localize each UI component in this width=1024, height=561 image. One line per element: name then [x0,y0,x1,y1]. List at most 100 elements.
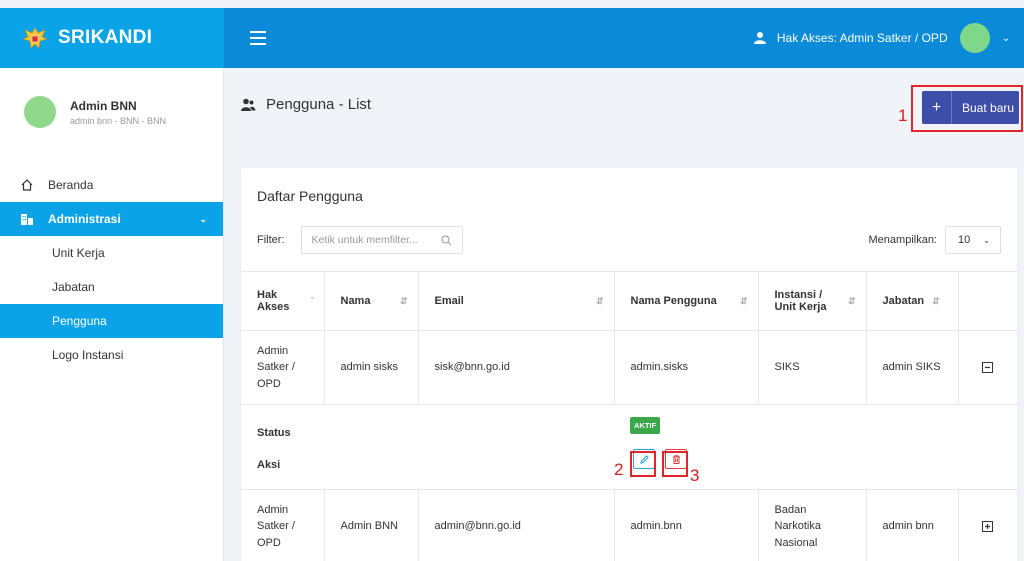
sidebar-item-jabatan[interactable]: Jabatan [0,270,223,304]
sidebar-profile: Admin BNN admin bnn - BNN - BNN [0,68,223,138]
filter-input[interactable]: Ketik untuk memfilter... [300,226,463,254]
filter-row: Filter: Ketik untuk memfilter... Menampi… [257,226,1001,254]
cell-text: Badan Narkotika Nasional [774,503,821,549]
user-list-card: Daftar Pengguna Filter: Ketik untuk memf… [241,168,1017,561]
user-icon [753,32,766,44]
filter-label: Filter: [257,234,285,246]
chevron-down-icon: ⌄ [199,213,207,224]
column-header-instansi[interactable]: Instansi / Unit Kerja ⇵ [758,271,867,331]
cell-jabatan: admin bnn [866,489,959,561]
garuda-logo-icon [22,27,48,49]
column-header-label: Email [434,295,464,307]
cell-hak-akses: Admin Satker / OPD [241,489,325,561]
create-new-button[interactable]: + Buat baru [922,91,1019,124]
column-header-hak-akses[interactable]: Hak Akses ˆ [241,271,325,331]
card-title: Daftar Pengguna [257,188,363,204]
cell-email: sisk@bnn.go.id [418,330,615,405]
cell-username: admin.sisks [614,330,759,405]
sidebar-item-administrasi[interactable]: Administrasi ⌄ [0,202,223,236]
cell-hak-akses: Admin Satker / OPD [241,330,325,405]
sort-asc-icon: ˆ [310,296,314,306]
sidebar: Admin BNN admin bnn - BNN - BNN Beranda … [0,68,224,561]
page-title-suffix: - List [334,96,372,113]
row-detail: Status AKTIF Aksi [241,404,1017,490]
action-label: Aksi [257,459,281,471]
highlight-box [630,451,656,477]
users-table: Hak Akses ˆ Nama ⇵ Email ⇵ Nama Pengguna ⇵ I… [241,271,1017,561]
create-new-label: Buat baru [962,100,1015,115]
column-header-label: Instansi / Unit Kerja [774,289,827,313]
sort-icon: ⇵ [932,295,940,306]
table-row: Admin Satker / OPD admin sisks sisk@bnn.… [241,330,1017,405]
sort-icon: ⇵ [739,295,748,306]
sidebar-item-logo-instansi[interactable]: Logo Instansi [0,338,223,372]
profile-name: Admin BNN [70,98,137,113]
collapse-icon[interactable] [982,362,994,373]
column-header-label: Nama Pengguna [630,295,717,307]
cell-nama: Admin BNN [324,489,419,561]
expand-icon[interactable] [982,521,994,532]
user-avatar[interactable] [959,23,990,53]
cell-instansi: Badan Narkotika Nasional [758,489,867,561]
column-header-jabatan[interactable]: Jabatan ⇵ [866,271,959,331]
hamburger-menu-icon[interactable] [250,31,266,45]
page-size-label: Menampilkan: [868,234,937,246]
table-row: Admin Satker / OPD Admin BNN admin@bnn.g… [241,489,1017,561]
sidebar-item-unit-kerja[interactable]: Unit Kerja [0,236,223,270]
sidebar-menu: Beranda Administrasi ⌄ Unit Kerja Jabata… [0,168,223,372]
access-info[interactable]: Hak Akses: Admin Satker / OPD ⌄ [753,23,1024,53]
annotation-marker-1: 1 [898,106,908,125]
page-size-value: 10 [958,234,971,246]
home-icon [21,179,33,191]
table-header-row: Hak Akses ˆ Nama ⇵ Email ⇵ Nama Pengguna ⇵ I… [241,271,1017,331]
status-badge: AKTIF [630,417,661,435]
sidebar-item-beranda[interactable]: Beranda [0,168,223,202]
profile-subtitle: admin bnn - BNN - BNN [70,115,167,126]
cell-text: Admin Satker / OPD [257,344,295,390]
column-header-email[interactable]: Email ⇵ [418,271,615,331]
cell-instansi: SIKS [758,330,867,405]
row-toggle[interactable] [958,330,1017,405]
sort-icon: ⇵ [595,295,604,306]
filter-placeholder: Ketik untuk memfilter... [311,234,418,246]
sidebar-item-label: Beranda [48,178,94,192]
page-title: Pengguna - List [240,96,371,113]
page-title-main: Pengguna [266,96,335,113]
chevron-down-icon: ⌄ [983,235,990,245]
highlight-box [662,451,688,477]
row-detail-cell: Status AKTIF Aksi [241,404,1017,490]
sidebar-item-label: Pengguna [52,314,107,328]
column-header-label: Jabatan [882,295,925,307]
sort-icon: ⇵ [847,295,856,306]
cell-text: Admin Satker / OPD [257,503,295,549]
status-label: Status [257,427,291,439]
annotation-marker-3: 3 [690,466,700,485]
cell-jabatan: admin SIKS [866,330,959,405]
chevron-down-icon[interactable]: ⌄ [1002,33,1010,44]
brand[interactable]: SRIKANDI [0,8,224,68]
column-header-expand [958,271,1017,331]
access-text: Hak Akses: Admin Satker / OPD [776,31,948,45]
building-icon [21,214,33,225]
page-size-select[interactable]: 10 ⌄ [945,226,1001,254]
sidebar-item-label: Unit Kerja [52,246,105,260]
column-header-label: Nama [340,295,371,307]
app-name: SRIKANDI [58,27,153,48]
search-icon [441,235,451,245]
sidebar-item-label: Administrasi [48,212,121,226]
avatar [24,96,56,128]
top-bar: Hak Akses: Admin Satker / OPD ⌄ [224,8,1024,68]
cell-email: admin@bnn.go.id [418,489,615,561]
users-icon [241,98,256,111]
annotation-marker-2: 2 [614,460,624,479]
sidebar-item-label: Logo Instansi [52,348,124,362]
cell-username: admin.bnn [614,489,759,561]
sidebar-item-label: Jabatan [52,280,95,294]
row-toggle[interactable] [958,489,1017,561]
column-header-nama-pengguna[interactable]: Nama Pengguna ⇵ [614,271,759,331]
sidebar-item-pengguna[interactable]: Pengguna [0,304,223,338]
column-header-nama[interactable]: Nama ⇵ [324,271,419,331]
sidebar-submenu: Unit Kerja Jabatan Pengguna Logo Instans… [0,236,223,372]
cell-nama: admin sisks [324,330,419,405]
column-header-label: Hak Akses [257,289,290,313]
